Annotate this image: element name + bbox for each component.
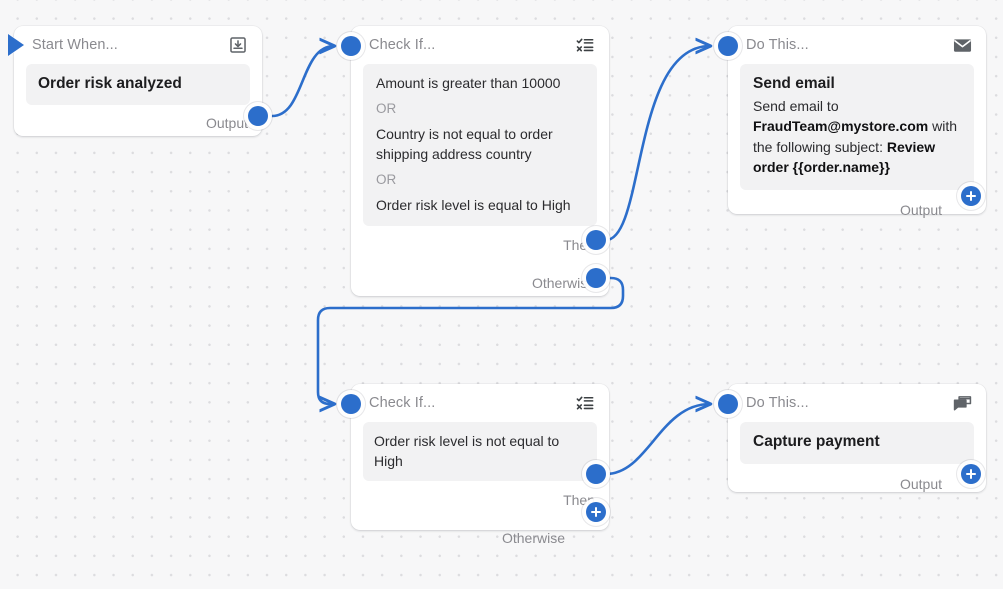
send-email-output-row: Output <box>728 190 986 230</box>
capture-payment-output-label: Output <box>899 475 942 492</box>
node-do-this-send-email[interactable]: Do This... Send email Send email to Frau… <box>728 26 986 218</box>
check-safe-title: Check If... <box>369 395 436 411</box>
check-fraud-input-port[interactable] <box>341 36 361 56</box>
start-trigger-panel[interactable]: Order risk analyzed <box>26 64 250 105</box>
edge-then-to-send-email <box>604 46 710 242</box>
node-start-when[interactable]: Start When... Order risk analyzed Output <box>14 26 262 136</box>
condition-item: Country is not equal to order shipping a… <box>376 126 553 163</box>
checklist-icon <box>575 35 595 55</box>
capture-payment-output-row: Output <box>728 464 986 504</box>
check-fraud-then-row: Then <box>351 226 609 264</box>
email-body-recipient: FraudTeam@mystore.com <box>753 118 929 135</box>
send-email-action-title: Send email <box>753 75 835 92</box>
capture-payment-input-port[interactable] <box>718 394 738 414</box>
send-email-title: Do This... <box>746 37 809 53</box>
send-email-body: Send email to FraudTeam@mystore.com with… <box>753 96 961 178</box>
start-node-title: Start When... <box>32 37 118 53</box>
send-email-action-panel[interactable]: Send email Send email to FraudTeam@mysto… <box>740 64 974 190</box>
check-safe-input-port[interactable] <box>341 394 361 414</box>
check-safe-then-port[interactable] <box>586 464 606 484</box>
edge-start-to-check-fraud <box>270 46 334 118</box>
edge-then-to-capture-payment <box>604 404 710 476</box>
node-check-if-safe[interactable]: Check If... Order risk level is not equa… <box>351 384 609 546</box>
checklist-icon <box>575 393 595 413</box>
capture-payment-action-title: Capture payment <box>753 433 880 450</box>
condition-item: Order risk level is equal to High <box>376 197 571 214</box>
condition-item: Order risk level is not equal to High <box>374 433 560 470</box>
node-check-if-fraud[interactable]: Check If... Amount is greater than 10000… <box>351 26 609 296</box>
check-fraud-otherwise-row: Otherwise <box>351 264 609 302</box>
workflow-canvas[interactable]: Start When... Order risk analyzed Output… <box>0 0 1003 589</box>
start-output-row: Output <box>14 105 262 141</box>
check-fraud-title: Check If... <box>369 37 436 53</box>
condition-operator: OR <box>376 172 397 188</box>
check-fraud-then-port[interactable] <box>586 230 606 250</box>
check-fraud-otherwise-port[interactable] <box>586 268 606 288</box>
check-safe-then-row: Then <box>351 481 609 519</box>
node-do-this-capture-payment[interactable]: Do This... Capture payment Output <box>728 384 986 492</box>
credit-card-icon <box>952 393 972 413</box>
send-email-output-add-port[interactable] <box>961 186 981 206</box>
send-email-input-port[interactable] <box>718 36 738 56</box>
condition-item: Amount is greater than 10000 <box>376 75 561 91</box>
check-safe-otherwise-label: Otherwise <box>501 530 565 547</box>
send-email-header: Do This... <box>728 26 986 64</box>
start-trigger-label: Order risk analyzed <box>38 75 182 92</box>
check-fraud-conditions-panel[interactable]: Amount is greater than 10000 OR Country … <box>363 64 597 227</box>
check-safe-conditions-panel[interactable]: Order risk level is not equal to High <box>363 422 597 482</box>
envelope-icon <box>952 35 972 55</box>
check-safe-header: Check If... <box>351 384 609 422</box>
start-output-port[interactable] <box>248 106 268 126</box>
email-body-prefix: Send email to <box>753 98 839 114</box>
capture-payment-header: Do This... <box>728 384 986 422</box>
check-safe-otherwise-add-port[interactable] <box>586 502 606 522</box>
inbox-download-icon <box>228 35 248 55</box>
check-fraud-header: Check If... <box>351 26 609 64</box>
start-output-label: Output <box>205 114 248 131</box>
capture-payment-action-panel[interactable]: Capture payment <box>740 422 974 464</box>
send-email-output-label: Output <box>899 201 942 218</box>
start-play-marker <box>8 34 24 56</box>
capture-payment-title: Do This... <box>746 395 809 411</box>
check-safe-otherwise-row: Otherwise <box>351 519 609 557</box>
start-node-header: Start When... <box>14 26 262 64</box>
capture-payment-output-add-port[interactable] <box>961 464 981 484</box>
condition-operator: OR <box>376 101 397 117</box>
